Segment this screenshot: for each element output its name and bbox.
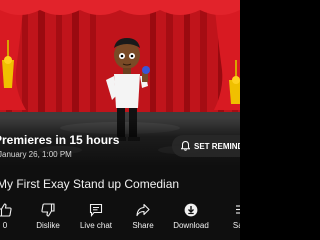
share-button[interactable]: Share: [118, 203, 168, 230]
live-chat-button[interactable]: Live chat: [71, 203, 121, 230]
youtube-watch-screen: Premieres in 15 hours January 26, 1:00 P…: [0, 0, 240, 240]
save-icon: [236, 205, 240, 214]
video-player[interactable]: Premieres in 15 hours January 26, 1:00 P…: [0, 0, 240, 165]
dislike-label: Dislike: [36, 221, 60, 230]
microphone-icon: [142, 66, 150, 74]
save-label: Save: [232, 221, 240, 230]
download-button[interactable]: Download: [166, 203, 216, 230]
set-reminder-button[interactable]: SET REMINDER: [172, 135, 240, 157]
thumbs-up-icon: [0, 203, 12, 217]
thumbs-down-icon: [41, 203, 55, 217]
live-chat-label: Live chat: [79, 221, 113, 230]
share-label: Share: [132, 221, 154, 230]
download-label: Download: [173, 221, 209, 230]
dislike-button[interactable]: Dislike: [23, 203, 73, 230]
save-button[interactable]: Save: [217, 203, 240, 230]
share-icon: [136, 203, 150, 217]
bell-icon: [181, 141, 190, 151]
set-reminder-label: SET REMINDER: [194, 141, 240, 151]
chat-icon: [89, 203, 103, 217]
action-bar: 0 Dislike Live chat Share Download S: [0, 203, 240, 240]
premiere-date: January 26, 1:00 PM: [0, 150, 72, 159]
video-title[interactable]: My First Exay Stand up Comedian: [0, 177, 179, 191]
premiere-countdown: Premieres in 15 hours: [0, 133, 120, 147]
download-icon: [184, 203, 198, 217]
